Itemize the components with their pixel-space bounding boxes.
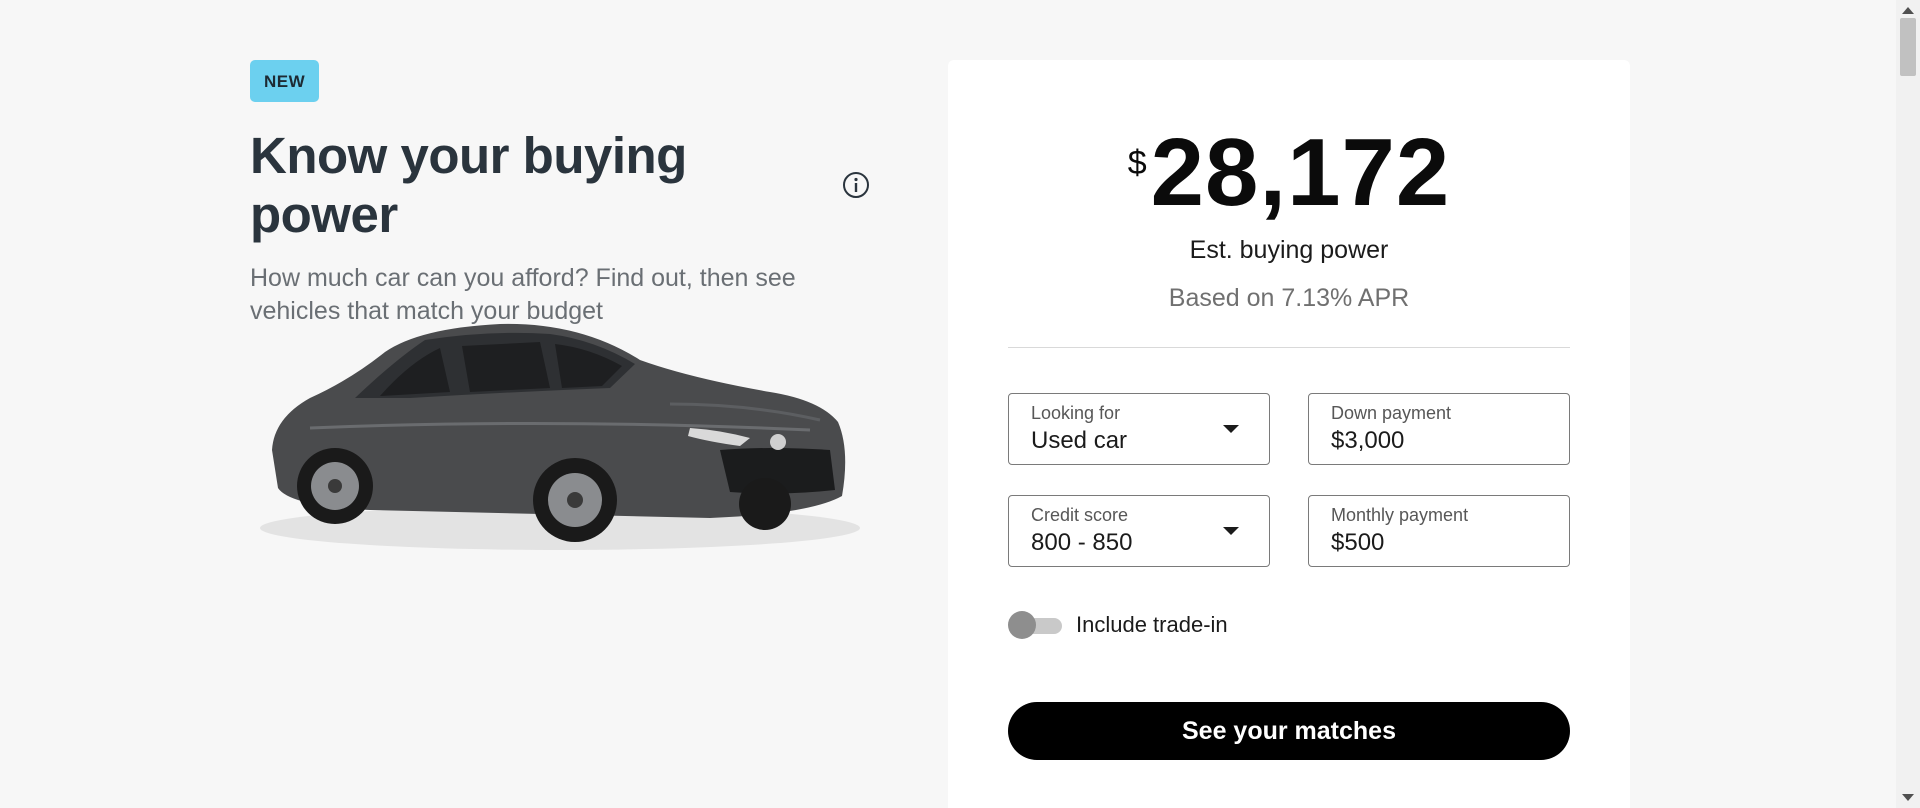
amount-value: 28,172 [1150,119,1451,226]
apr-note: Based on 7.13% APR [1168,284,1410,312]
trade-in-toggle-row: Include trade-in [1008,611,1228,639]
see-matches-button[interactable]: See your matches [1008,702,1570,760]
down-payment-input[interactable]: Down payment $3,000 [1308,393,1570,465]
credit-score-select[interactable]: Credit score 800 - 850 [1008,495,1270,567]
chevron-down-icon [1223,527,1239,535]
title-row: Know your buying power [250,126,870,244]
scroll-down-arrow-icon[interactable] [1902,794,1914,801]
divider [1008,347,1570,348]
hero-section: NEW Know your buying power How much car … [250,60,870,550]
info-icon[interactable] [842,171,870,199]
buying-power-amount: $ 28,172 [1128,118,1451,228]
monthly-payment-input[interactable]: Monthly payment $500 [1308,495,1570,567]
new-badge: NEW [250,60,320,102]
toggle-knob [1008,611,1036,639]
looking-for-select[interactable]: Looking for Used car [1008,393,1270,465]
chevron-down-icon [1223,425,1239,433]
down-payment-value: $3,000 [1331,427,1405,454]
amount-label: Est. buying power [1189,236,1389,264]
looking-for-label: Looking for [1031,403,1121,423]
currency-symbol: $ [1127,144,1147,182]
page-title: Know your buying power [250,127,687,243]
credit-score-label: Credit score [1031,505,1129,525]
monthly-payment-value: $500 [1331,529,1385,556]
vertical-scrollbar[interactable] [1896,0,1920,808]
trade-in-label: Include trade-in [1076,612,1228,637]
buying-power-card: $ 28,172 Est. buying power Based on 7.13… [948,60,1630,808]
monthly-payment-label: Monthly payment [1331,505,1469,525]
page: NEW Know your buying power How much car … [0,0,1920,808]
trade-in-toggle[interactable] [1008,611,1062,639]
scroll-thumb[interactable] [1900,18,1916,76]
car-image [250,300,870,560]
scroll-up-arrow-icon[interactable] [1902,7,1914,14]
down-payment-label: Down payment [1331,403,1452,423]
buying-power-amount-row: $ 28,172 [948,118,1630,228]
